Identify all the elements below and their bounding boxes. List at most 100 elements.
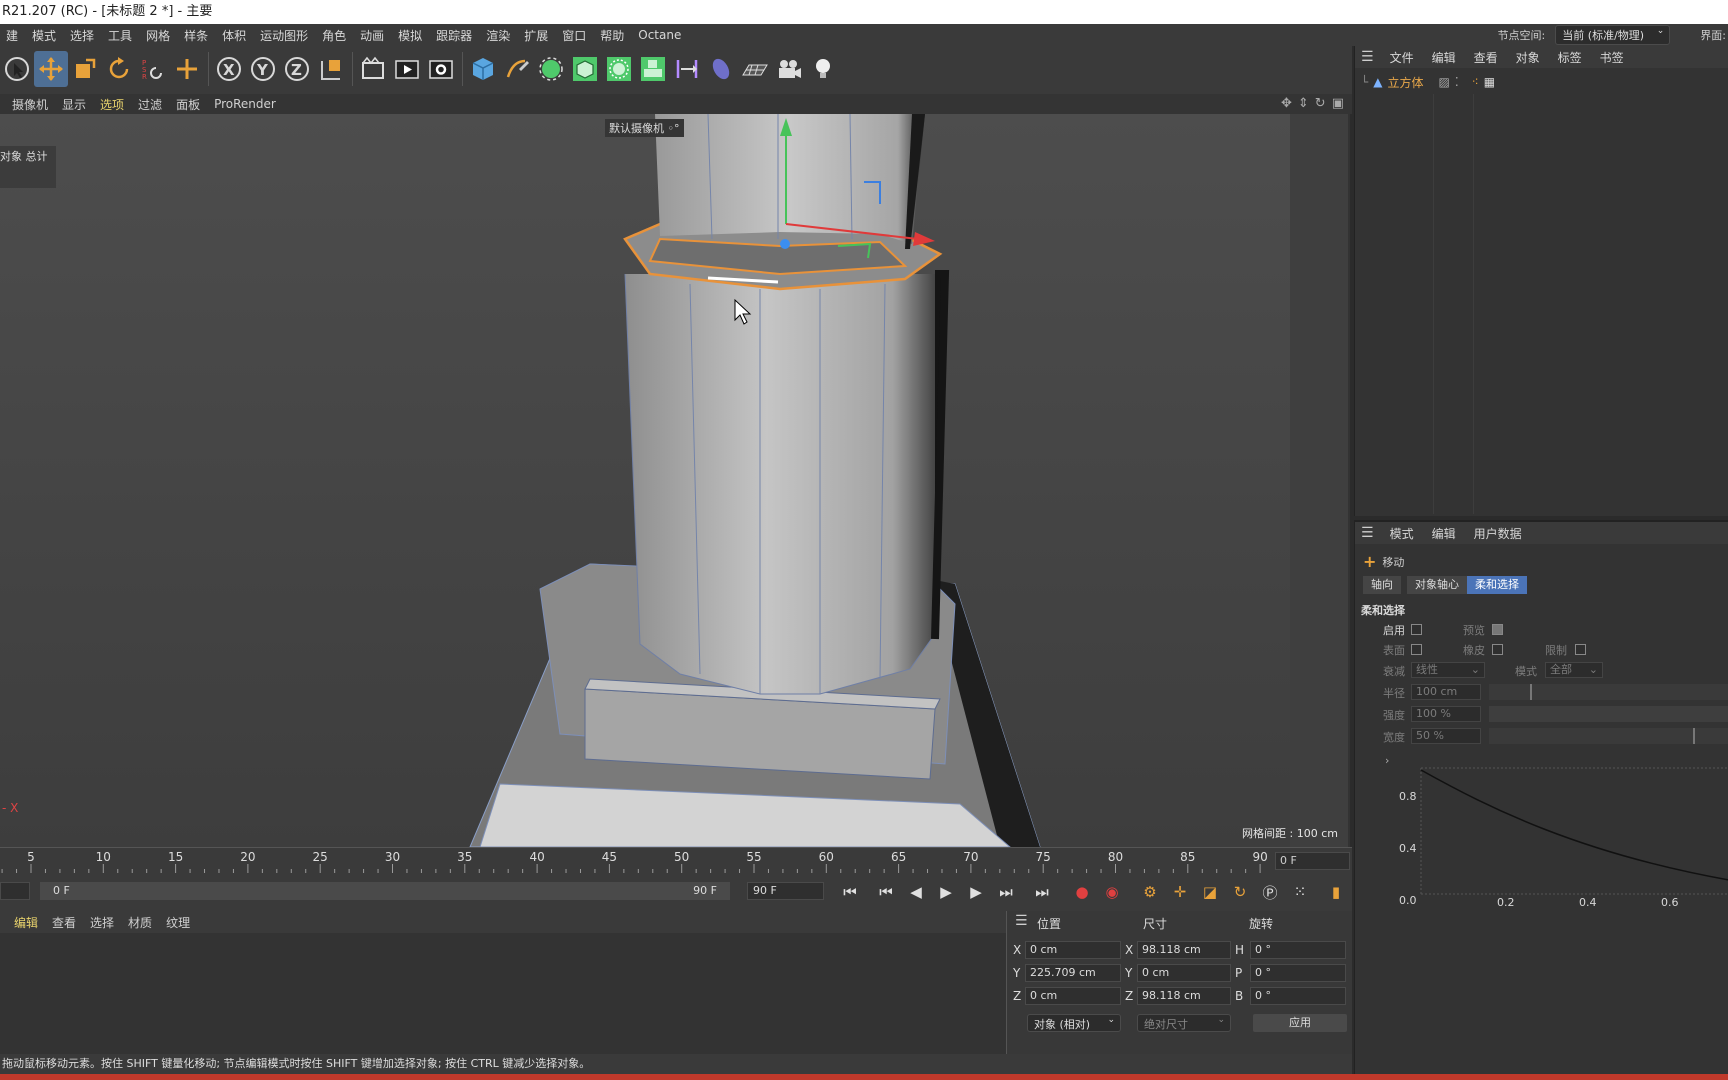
scale-tool-icon[interactable] — [68, 51, 102, 87]
add-tool-icon[interactable] — [170, 51, 204, 87]
menu-item[interactable]: Octane — [632, 28, 689, 42]
object-menu-object[interactable]: 对象 — [1508, 49, 1548, 66]
object-menu-edit[interactable]: 编辑 — [1424, 49, 1464, 66]
object-list-item[interactable]: └ ▲ 立方体 ▨ ⁚ ⁖ ▦ — [1361, 72, 1495, 92]
radius-slider[interactable] — [1489, 684, 1728, 700]
menu-item[interactable]: 工具 — [102, 27, 140, 44]
field-icon[interactable] — [704, 51, 738, 87]
menu-item[interactable]: 模拟 — [392, 27, 430, 44]
scale-key-icon[interactable]: ◪ — [1198, 880, 1222, 904]
material-menu-edit[interactable]: 编辑 — [8, 914, 46, 931]
point-level-key-icon[interactable]: ⁙ — [1288, 880, 1312, 904]
extrude-generator-icon[interactable] — [568, 51, 602, 87]
timeline-ruler[interactable]: 5 10 15 20 25 30 35 40 45 50 55 60 65 70 75 80 85 90 0 F — [0, 847, 1352, 874]
hamburger-icon[interactable]: ☰ — [1361, 49, 1374, 65]
menu-item[interactable]: 网格 — [140, 27, 178, 44]
camera-icon[interactable] — [772, 51, 806, 87]
object-menu-view[interactable]: 查看 — [1466, 49, 1506, 66]
rotation-p-field[interactable]: 0 ° — [1250, 964, 1346, 982]
camera-label[interactable]: 默认摄像机 ◦° — [605, 119, 684, 137]
menu-item[interactable]: 角色 — [316, 27, 354, 44]
go-to-end-icon[interactable]: ⏭ — [994, 880, 1018, 904]
record-icon[interactable]: ● — [1070, 880, 1094, 904]
subdivision-icon[interactable] — [534, 51, 568, 87]
next-key-icon[interactable]: ⏭ — [1030, 880, 1054, 904]
go-to-start-icon[interactable]: ⏮ — [838, 880, 862, 904]
attr-menu-edit[interactable]: 编辑 — [1424, 525, 1464, 542]
x-axis-lock-icon[interactable]: X — [212, 51, 246, 87]
next-frame-icon[interactable]: ▶ — [964, 880, 988, 904]
psr-tool-icon[interactable]: PSR — [136, 51, 170, 87]
preview-range-slider[interactable]: 0 F 90 F — [40, 882, 730, 900]
position-y-field[interactable]: 225.709 cm — [1025, 964, 1121, 982]
tab-axis[interactable]: 轴向 — [1363, 576, 1401, 594]
apply-button[interactable]: 应用 — [1253, 1014, 1347, 1032]
menu-item[interactable]: 渲染 — [480, 27, 518, 44]
tab-object-axis[interactable]: 对象轴心 — [1407, 576, 1467, 594]
end-frame-field[interactable]: 90 F — [747, 882, 824, 900]
viewport-scene[interactable] — [0, 114, 1350, 847]
cloner-icon[interactable] — [602, 51, 636, 87]
menu-item[interactable]: 体积 — [216, 27, 254, 44]
visibility-toggle-icon[interactable]: ▨ — [1438, 75, 1449, 89]
mograph-cloner-icon[interactable] — [636, 51, 670, 87]
cube-icon[interactable] — [466, 51, 500, 87]
size-mode-select[interactable]: 绝对尺寸 ⌄ — [1137, 1014, 1231, 1032]
live-selection-icon[interactable] — [0, 51, 34, 87]
expand-chevron-icon[interactable]: › — [1385, 754, 1389, 767]
pan-view-icon[interactable]: ✥ — [1281, 96, 1292, 111]
limit-checkbox[interactable] — [1575, 644, 1586, 655]
viewport-menu-prorender[interactable]: ProRender — [208, 97, 284, 111]
falloff-graph[interactable] — [1399, 758, 1728, 918]
enable-checkbox[interactable] — [1411, 624, 1422, 635]
rotation-key-icon[interactable]: ↻ — [1228, 880, 1252, 904]
material-menu-texture[interactable]: 纹理 — [160, 914, 198, 931]
attr-menu-user-data[interactable]: 用户数据 — [1466, 525, 1530, 542]
render-dots-icon[interactable]: ⁚ — [1455, 75, 1459, 89]
deformer-icon[interactable] — [670, 51, 704, 87]
object-menu-file[interactable]: 文件 — [1382, 49, 1422, 66]
viewport-menu-camera[interactable]: 摄像机 — [6, 96, 56, 113]
current-frame-field[interactable]: 0 F — [1275, 852, 1350, 870]
viewport-menu-display[interactable]: 显示 — [56, 96, 94, 113]
orbit-view-icon[interactable]: ↻ — [1315, 96, 1326, 111]
material-menu-view[interactable]: 查看 — [46, 914, 84, 931]
menu-item[interactable]: 样条 — [178, 27, 216, 44]
move-tool-icon[interactable] — [34, 51, 68, 87]
menu-item[interactable]: 运动图形 — [254, 27, 316, 44]
size-z-field[interactable]: 98.118 cm — [1137, 987, 1231, 1005]
size-x-field[interactable]: 98.118 cm — [1137, 941, 1231, 959]
width-slider[interactable] — [1489, 728, 1728, 744]
position-key-icon[interactable]: ✛ — [1168, 880, 1192, 904]
falloff-select[interactable]: 线性 ⌄ — [1411, 662, 1485, 678]
menu-item[interactable]: 选择 — [64, 27, 102, 44]
rotation-h-field[interactable]: 0 ° — [1250, 941, 1346, 959]
coordinate-system-icon[interactable] — [314, 51, 348, 87]
play-icon[interactable]: ▶ — [934, 880, 958, 904]
viewport-menu-options[interactable]: 选项 — [94, 96, 132, 113]
tab-soft-selection[interactable]: 柔和选择 — [1467, 576, 1527, 594]
3d-viewport[interactable]: 默认摄像机 ◦° 对象 总计 - X 网格间距 : 100 cm — [0, 114, 1350, 847]
auto-key-icon[interactable]: ◉ — [1100, 880, 1124, 904]
node-space-dropdown[interactable]: 当前 (标准/物理) ⌄ — [1555, 25, 1671, 45]
parameter-key-icon[interactable]: Ⓟ — [1258, 880, 1282, 904]
mode-select[interactable]: 全部 ⌄ — [1545, 662, 1603, 678]
material-menu-material[interactable]: 材质 — [122, 914, 160, 931]
light-icon[interactable] — [806, 51, 840, 87]
timeline-window-icon[interactable]: ▮ — [1324, 880, 1348, 904]
menu-item[interactable]: 模式 — [26, 27, 64, 44]
object-menu-tag[interactable]: 标签 — [1550, 49, 1590, 66]
object-menu-bookmark[interactable]: 书签 — [1592, 49, 1632, 66]
menu-item[interactable]: 扩展 — [518, 27, 556, 44]
maximize-view-icon[interactable]: ▣ — [1332, 96, 1344, 111]
menu-item[interactable]: 动画 — [354, 27, 392, 44]
phong-tag-icon[interactable]: ⁖ — [1472, 75, 1479, 89]
y-axis-lock-icon[interactable]: Y — [246, 51, 280, 87]
menu-item[interactable]: 窗口 — [556, 27, 594, 44]
menu-item[interactable]: 跟踪器 — [430, 27, 480, 44]
position-x-field[interactable]: 0 cm — [1025, 941, 1121, 959]
rotation-b-field[interactable]: 0 ° — [1250, 987, 1346, 1005]
rubber-checkbox[interactable] — [1492, 644, 1503, 655]
width-field[interactable]: 50 % — [1411, 728, 1481, 744]
attr-menu-mode[interactable]: 模式 — [1382, 525, 1422, 542]
